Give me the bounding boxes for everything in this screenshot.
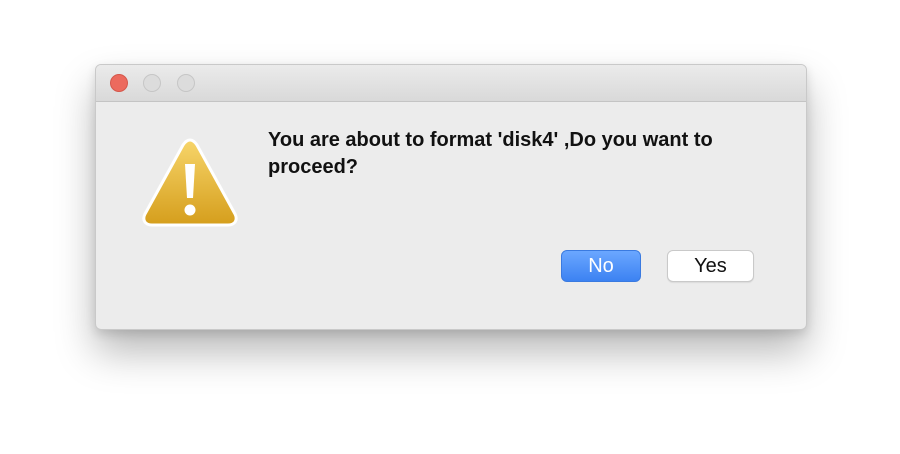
no-button[interactable]: No bbox=[561, 250, 641, 282]
title-bar[interactable] bbox=[96, 65, 806, 102]
screen: You are about to format 'disk4' ,Do you … bbox=[0, 0, 900, 454]
warning-triangle-icon bbox=[142, 138, 238, 227]
confirm-format-dialog: You are about to format 'disk4' ,Do you … bbox=[95, 64, 807, 330]
minimize-window-button[interactable] bbox=[143, 74, 161, 92]
close-window-button[interactable] bbox=[110, 74, 128, 92]
dialog-message: You are about to format 'disk4' ,Do you … bbox=[268, 129, 713, 178]
yes-button[interactable]: Yes bbox=[667, 250, 754, 282]
zoom-window-button[interactable] bbox=[177, 74, 195, 92]
